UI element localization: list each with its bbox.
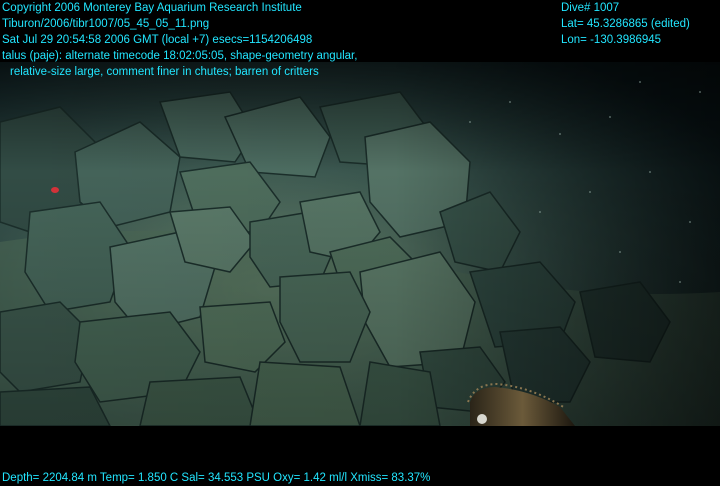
- latitude-text: Lat= 45.3286865 (edited): [561, 18, 690, 30]
- annotation-text-1: talus (paje): alternate timecode 18:02:0…: [2, 50, 358, 62]
- longitude-text: Lon= -130.3986945: [561, 34, 662, 46]
- telemetry-text: Depth= 2204.84 m Temp= 1.850 C Sal= 34.5…: [2, 472, 431, 484]
- header-left-block: Copyright 2006 Monterey Bay Aquarium Res…: [2, 0, 357, 80]
- seafloor-image: [0, 62, 720, 426]
- timestamp-text: Sat Jul 29 20:54:58 2006 GMT (local +7) …: [2, 34, 313, 46]
- copyright-text: Copyright 2006 Monterey Bay Aquarium Res…: [2, 2, 302, 14]
- header-right-block: Dive# 1007 Lat= 45.3286865 (edited) Lon=…: [561, 0, 690, 48]
- telemetry-footer: Depth= 2204.84 m Temp= 1.850 C Sal= 34.5…: [2, 470, 430, 486]
- image-path-text: Tiburon/2006/tibr1007/05_45_05_11.png: [2, 18, 210, 30]
- annotation-text-2: relative-size large, comment finer in ch…: [10, 66, 319, 78]
- dive-number-text: Dive# 1007: [561, 2, 620, 14]
